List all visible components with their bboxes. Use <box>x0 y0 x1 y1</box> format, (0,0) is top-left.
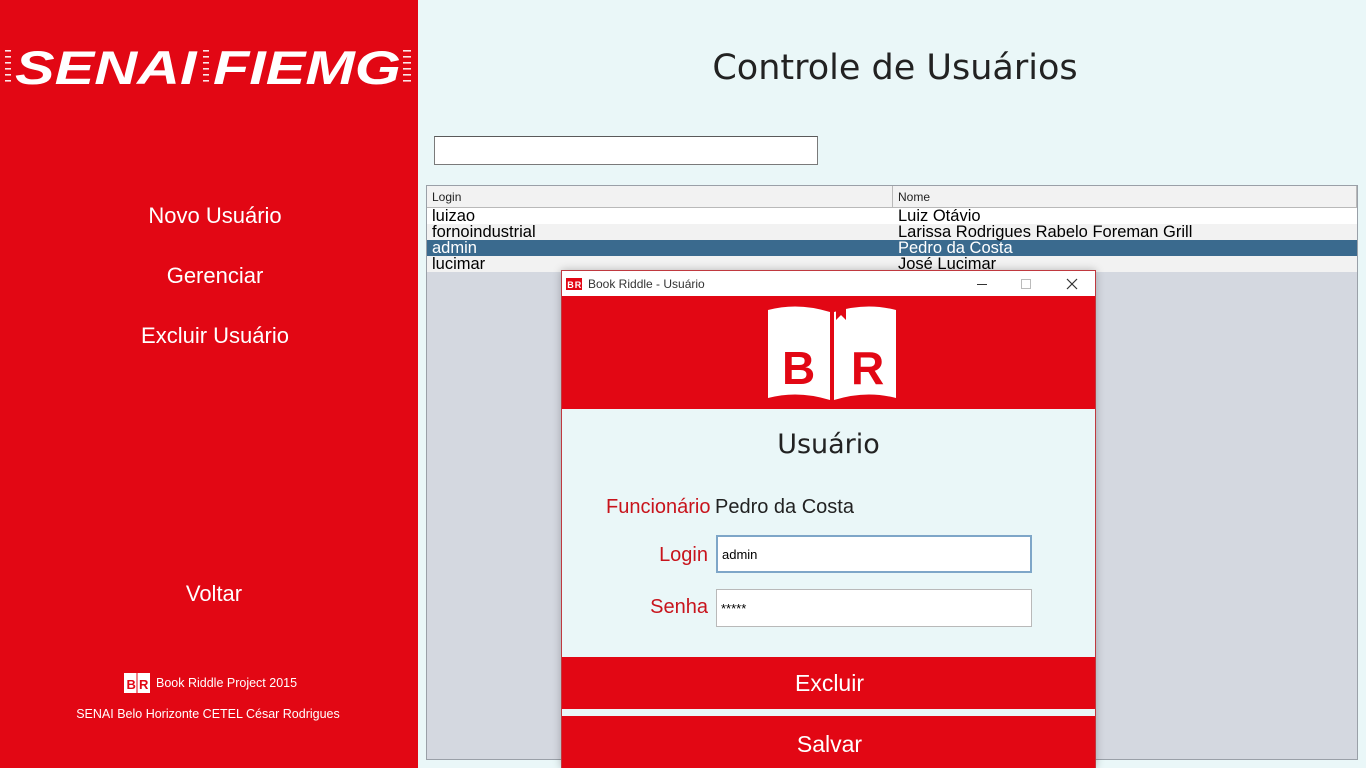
footer-credit: SENAI Belo Horizonte CETEL César Rodrigu… <box>76 707 340 721</box>
save-button[interactable]: Salvar <box>562 716 1095 768</box>
page-title: Controle de Usuários <box>712 48 1078 88</box>
dialog-titlebar[interactable]: B R Book Riddle - Usuário <box>562 271 1095 296</box>
cell-nome: Luiz Otávio <box>898 207 981 225</box>
table-row-selected[interactable]: admin Pedro da Costa <box>427 240 1357 256</box>
table-row[interactable]: fornoindustrial Larissa Rodrigues Rabelo… <box>427 224 1357 240</box>
search-input[interactable] <box>434 136 818 165</box>
book-riddle-logo-icon: B R <box>566 277 582 290</box>
password-label: Senha <box>650 596 708 618</box>
password-field[interactable] <box>716 589 1032 627</box>
column-header-login[interactable]: Login <box>427 186 893 207</box>
nav-manage[interactable]: Gerenciar <box>0 263 430 289</box>
book-riddle-logo-icon: B R <box>124 673 150 693</box>
svg-text:R: R <box>139 677 149 692</box>
maximize-button[interactable] <box>1004 271 1048 296</box>
cell-login: admin <box>432 239 477 257</box>
logo-text: SENAI FIEMG <box>15 41 401 92</box>
minimize-button[interactable] <box>960 271 1004 296</box>
login-field[interactable] <box>716 535 1032 573</box>
senai-fiemg-logo: SENAI FIEMG <box>5 41 411 92</box>
cell-nome: Larissa Rodrigues Rabelo Foreman Grill <box>898 223 1193 241</box>
employee-value: Pedro da Costa <box>715 496 854 518</box>
dialog-heading: Usuário <box>777 429 880 460</box>
cell-login: luizao <box>432 207 476 225</box>
nav-new-user[interactable]: Novo Usuário <box>0 203 430 229</box>
svg-text:B: B <box>567 280 574 290</box>
sidebar: SENAI FIEMG Novo Usuário Gerenciar Exclu… <box>0 0 418 768</box>
dialog-banner: B R <box>562 296 1095 409</box>
svg-text:B: B <box>127 677 136 692</box>
banner-letter-r: R <box>851 342 884 394</box>
delete-button[interactable]: Excluir <box>562 657 1095 709</box>
footer-brand-text: Book Riddle Project 2015 <box>156 676 298 690</box>
close-icon <box>1066 278 1078 289</box>
table-header: Login Nome <box>427 186 1357 208</box>
footer-brand: B R Book Riddle Project 2015 <box>124 673 297 693</box>
employee-label: Funcionário <box>606 496 711 518</box>
cell-nome: Pedro da Costa <box>898 239 1013 257</box>
minimize-icon <box>977 283 987 285</box>
banner-letter-b: B <box>782 342 815 394</box>
user-dialog: B R Book Riddle - Usuário B R Usuário Fu… <box>561 270 1096 768</box>
login-label: Login <box>659 544 708 566</box>
cell-login: fornoindustrial <box>432 223 536 241</box>
nav-back[interactable]: Voltar <box>0 581 428 607</box>
nav-delete-user[interactable]: Excluir Usuário <box>0 323 430 349</box>
column-header-nome[interactable]: Nome <box>893 186 1357 207</box>
book-riddle-logo-icon: B R <box>768 304 896 400</box>
svg-text:R: R <box>575 280 582 290</box>
close-button[interactable] <box>1050 271 1094 296</box>
maximize-icon <box>1021 278 1031 289</box>
table-row[interactable]: luizao Luiz Otávio <box>427 208 1357 224</box>
dialog-title: Book Riddle - Usuário <box>588 276 705 291</box>
